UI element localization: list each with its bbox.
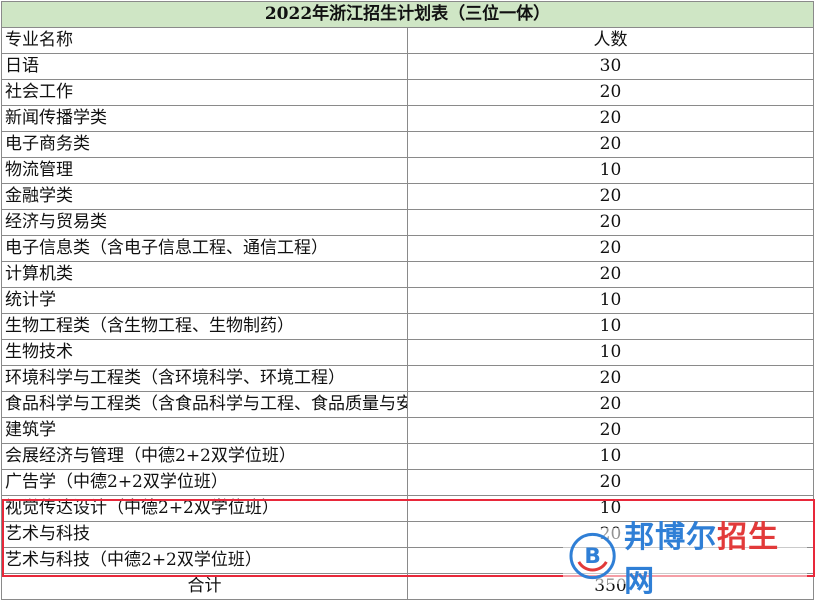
- enrollment-count-cell: 20: [407, 469, 814, 496]
- enrollment-count-cell: 10: [407, 495, 814, 522]
- major-name-cell: 生物工程类（含生物工程、生物制药）: [1, 313, 408, 340]
- major-name-cell: 物流管理: [1, 157, 408, 184]
- enrollment-count-cell: 20: [407, 131, 814, 158]
- title-row: 2022年浙江招生计划表（三位一体）: [1, 1, 814, 28]
- major-name-cell: 电子商务类: [1, 131, 408, 158]
- table-row: 物流管理 10: [1, 157, 814, 184]
- header-major: 专业名称: [1, 27, 408, 54]
- table-row: 艺术与科技（中德2+2双学位班）: [1, 547, 814, 574]
- major-name-cell: 新闻传播学类: [1, 105, 408, 132]
- table-row: 新闻传播学类 20: [1, 105, 814, 132]
- table-row: 社会工作 20: [1, 79, 814, 106]
- enrollment-count-cell: 20: [407, 365, 814, 392]
- enrollment-count-cell: 20: [407, 183, 814, 210]
- major-name-cell: 广告学（中德2+2双学位班）: [1, 469, 408, 496]
- enrollment-count-cell: 20: [407, 417, 814, 444]
- major-name-cell: 视觉传达设计（中德2+2双学位班）: [1, 495, 408, 522]
- major-name-cell: 电子信息类（含电子信息工程、通信工程）: [1, 235, 408, 262]
- major-name-cell: 经济与贸易类: [1, 209, 408, 236]
- table-row: 生物技术 10: [1, 339, 814, 366]
- table-body: 日语 30 社会工作 20 新闻传播学类 20 电子商务类 20 物流管理 10 金融学类 20 经济与…: [1, 53, 814, 574]
- table-row: 电子商务类 20: [1, 131, 814, 158]
- enrollment-count-cell: 20: [407, 209, 814, 236]
- header-row: 专业名称 人数: [1, 27, 814, 54]
- table-row: 日语 30: [1, 53, 814, 80]
- major-name-cell: 社会工作: [1, 79, 408, 106]
- enrollment-count-cell: 30: [407, 53, 814, 80]
- table-row: 视觉传达设计（中德2+2双学位班） 10: [1, 495, 814, 522]
- enrollment-count-cell: 20: [407, 521, 814, 548]
- table-row: 电子信息类（含电子信息工程、通信工程） 20: [1, 235, 814, 262]
- enrollment-count-cell: 10: [407, 339, 814, 366]
- header-count: 人数: [407, 27, 814, 54]
- table-row: 环境科学与工程类（含环境科学、环境工程） 20: [1, 365, 814, 392]
- major-name-cell: 食品科学与工程类（含食品科学与工程、食品质量与安全、食品营养与健康）: [1, 391, 408, 418]
- total-count: 350: [407, 573, 814, 600]
- major-name-cell: 会展经济与管理（中德2+2双学位班）: [1, 443, 408, 470]
- table-row: 统计学 10: [1, 287, 814, 314]
- enrollment-count-cell: 20: [407, 391, 814, 418]
- table-row: 艺术与科技 20: [1, 521, 814, 548]
- table-row: 食品科学与工程类（含食品科学与工程、食品质量与安全、食品营养与健康）20: [1, 391, 814, 418]
- enrollment-count-cell: 20: [407, 105, 814, 132]
- major-name-cell: 金融学类: [1, 183, 408, 210]
- table-title: 2022年浙江招生计划表（三位一体）: [1, 1, 814, 28]
- major-name-cell: 艺术与科技: [1, 521, 408, 548]
- enrollment-count-cell: 20: [407, 235, 814, 262]
- table-row: 经济与贸易类 20: [1, 209, 814, 236]
- major-name-cell: 统计学: [1, 287, 408, 314]
- major-name-cell: 日语: [1, 53, 408, 80]
- enrollment-count-cell: 10: [407, 443, 814, 470]
- major-name-cell: 生物技术: [1, 339, 408, 366]
- total-label: 合计: [1, 573, 408, 600]
- major-name-cell: 建筑学: [1, 417, 408, 444]
- enrollment-plan-table: 2022年浙江招生计划表（三位一体） 专业名称 人数 日语 30 社会工作 20 新闻传…: [1, 1, 814, 600]
- enrollment-count-cell: 10: [407, 313, 814, 340]
- enrollment-count-cell: 20: [407, 79, 814, 106]
- table-row: 广告学（中德2+2双学位班） 20: [1, 469, 814, 496]
- major-name-cell: 计算机类: [1, 261, 408, 288]
- table-row: 建筑学 20: [1, 417, 814, 444]
- table-row: 金融学类 20: [1, 183, 814, 210]
- total-row: 合计 350: [1, 573, 814, 600]
- table-row: 会展经济与管理（中德2+2双学位班） 10: [1, 443, 814, 470]
- table-row: 计算机类 20: [1, 261, 814, 288]
- major-name-cell: 艺术与科技（中德2+2双学位班）: [1, 547, 408, 574]
- major-name-cell: 环境科学与工程类（含环境科学、环境工程）: [1, 365, 408, 392]
- table-row: 生物工程类（含生物工程、生物制药） 10: [1, 313, 814, 340]
- spreadsheet: 2022年浙江招生计划表（三位一体） 专业名称 人数 日语 30 社会工作 20 新闻传…: [0, 0, 819, 604]
- enrollment-count-cell: [407, 547, 814, 574]
- enrollment-count-cell: 10: [407, 287, 814, 314]
- enrollment-count-cell: 20: [407, 261, 814, 288]
- enrollment-count-cell: 10: [407, 157, 814, 184]
